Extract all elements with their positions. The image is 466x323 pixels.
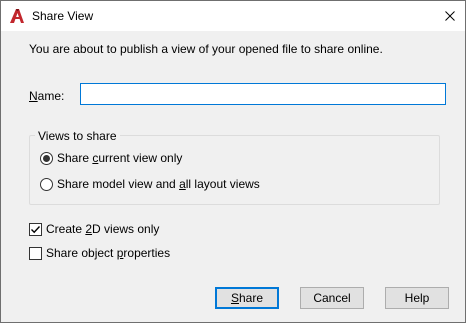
radio-share-all-layout-views[interactable]: Share model view and all layout views xyxy=(40,177,260,191)
checkbox-label: Share object properties xyxy=(46,246,171,260)
help-button[interactable]: Help xyxy=(385,287,449,309)
close-icon xyxy=(445,11,455,21)
checkbox-label: Create 2D views only xyxy=(46,222,160,236)
checkbox-checked[interactable] xyxy=(29,222,42,236)
checkmark-icon xyxy=(31,225,41,233)
radio-button[interactable] xyxy=(40,177,53,191)
title-bar[interactable]: Share View xyxy=(1,1,465,31)
name-input[interactable] xyxy=(80,83,446,105)
close-button[interactable] xyxy=(435,1,465,31)
share-view-dialog: Share View You are about to publish a vi… xyxy=(0,0,466,323)
checkbox-unchecked[interactable] xyxy=(29,246,42,260)
radio-button-selected[interactable] xyxy=(40,151,53,165)
share-button[interactable]: Share xyxy=(215,287,279,309)
radio-label: Share current view only xyxy=(57,151,183,165)
checkbox-create-2d-views[interactable]: Create 2D views only xyxy=(29,222,159,236)
views-group-title: Views to share xyxy=(35,129,120,143)
dialog-body: You are about to publish a view of your … xyxy=(1,31,465,322)
checkbox-share-object-properties[interactable]: Share object properties xyxy=(29,246,170,260)
name-label: Name: xyxy=(29,89,65,103)
autocad-a-icon xyxy=(9,8,25,24)
radio-share-current-view[interactable]: Share current view only xyxy=(40,151,182,165)
cancel-button[interactable]: Cancel xyxy=(300,287,364,309)
radio-label: Share model view and all layout views xyxy=(57,177,260,191)
views-to-share-group xyxy=(29,135,440,205)
window-title: Share View xyxy=(32,9,94,23)
intro-text: You are about to publish a view of your … xyxy=(29,42,383,56)
